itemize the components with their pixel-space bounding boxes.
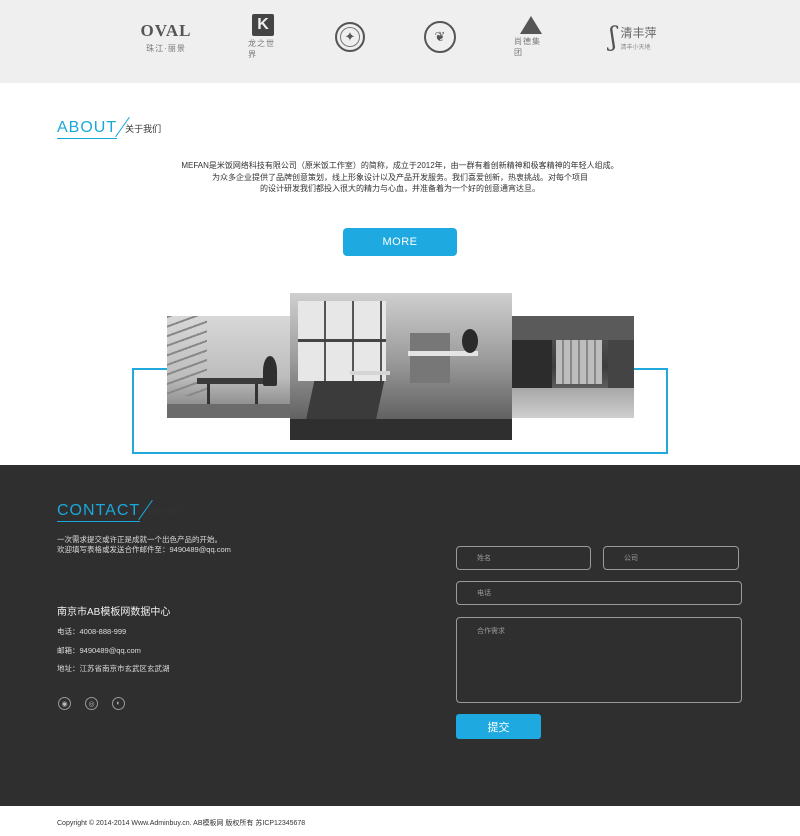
lk-logo-subtext: 龙之世界 <box>248 39 275 59</box>
about-heading-en: ABOUT <box>57 116 130 139</box>
emblem-logo-mark: ✦ <box>335 22 365 52</box>
company-name: 南京市AB模板网数据中心 <box>57 607 171 618</box>
triangle-logo-subtext: 尚德集团 <box>514 37 541 57</box>
qingfengping-logo-subtext: 清丰小天地 <box>620 44 651 51</box>
contact-intro-line: 欢迎填写表格或发送合作邮件至：9490489@qq.com <box>57 545 231 554</box>
lk-logo-icon[interactable]: K 龙之世界 <box>248 14 278 60</box>
oval-logo-icon[interactable]: OVAL 珠江·丽景 <box>138 14 194 60</box>
about-line: 的设计研发我们都投入很大的精力与心血，并准备着为一个好的创意通宵达旦。 <box>260 184 540 193</box>
contact-intro: 一次需求提交或许正是成就一个出色产品的开始。 欢迎填写表格或发送合作邮件至：94… <box>57 535 231 555</box>
maple-leaf-logo-mark: ❦ <box>424 21 456 53</box>
company-field[interactable] <box>603 546 739 570</box>
triangle-logo-mark <box>520 16 542 34</box>
qingfengping-logo-text: 清丰萍 <box>620 25 657 40</box>
oval-logo-subtext: 珠江·丽景 <box>146 43 186 53</box>
partner-logo-strip: OVAL 珠江·丽景 K 龙之世界 ✦ ❦ 尚德集团 ʃ 清丰萍 清丰小天地 <box>0 0 800 83</box>
contact-intro-line: 一次需求提交或许正是成就一个出色产品的开始。 <box>57 535 222 544</box>
contact-address: 地址：江苏省南京市玄武区玄武湖 <box>57 664 170 673</box>
about-heading: ABOUT 关于我们 <box>57 116 162 139</box>
about-heading-zh: 关于我们 <box>125 124 162 134</box>
more-button[interactable]: MORE <box>343 228 457 256</box>
swirl-icon: ʃ <box>609 22 617 52</box>
contact-heading-en: CONTACT <box>57 499 153 522</box>
phone-field[interactable] <box>456 581 742 605</box>
qingfengping-logo-mark: ʃ 清丰萍 清丰小天地 <box>609 22 656 52</box>
contact-phone: 电话：4008-888-999 <box>57 627 127 636</box>
about-description: MEFAN是米饭网络科技有限公司（原米饭工作室）的简称，成立于2012年，由一群… <box>150 160 650 195</box>
office-photo-lounge <box>290 293 512 440</box>
maple-leaf-logo-icon[interactable]: ❦ <box>423 14 457 60</box>
submit-button[interactable]: 提交 <box>456 714 541 739</box>
qingfengping-logo-icon[interactable]: ʃ 清丰萍 清丰小天地 <box>602 14 664 60</box>
emblem-logo-icon[interactable]: ✦ <box>333 14 367 60</box>
about-line: 为众多企业提供了品牌创意策划，线上形象设计以及产品开发服务。我们喜爱创新，热衷挑… <box>212 172 588 182</box>
triangle-logo-icon[interactable]: 尚德集团 <box>514 14 548 60</box>
name-field[interactable] <box>456 546 591 570</box>
lk-logo-mark: K <box>252 14 274 36</box>
oval-logo-text: OVAL <box>140 20 192 40</box>
copyright-text: Copyright © 2014-2014 Www.Adminbuy.cn. A… <box>57 820 306 827</box>
message-field[interactable] <box>456 617 742 703</box>
qq-icon[interactable]: ◉ <box>58 697 71 710</box>
office-photo-staircase <box>167 316 291 418</box>
footer: Copyright © 2014-2014 Www.Adminbuy.cn. A… <box>0 806 800 836</box>
about-line: MEFAN是米饭网络科技有限公司（原米饭工作室）的简称，成立于2012年，由一群… <box>181 161 619 170</box>
contact-email: 邮箱：9490489@qq.com <box>57 646 141 655</box>
contact-heading: CONTACT 联系我们 <box>57 499 185 522</box>
contact-heading-zh: 联系我们 <box>148 507 185 517</box>
weibo-icon[interactable]: ◎ <box>85 697 98 710</box>
office-photo-hallway <box>512 316 634 418</box>
wechat-icon[interactable]: ◐ <box>112 697 125 710</box>
